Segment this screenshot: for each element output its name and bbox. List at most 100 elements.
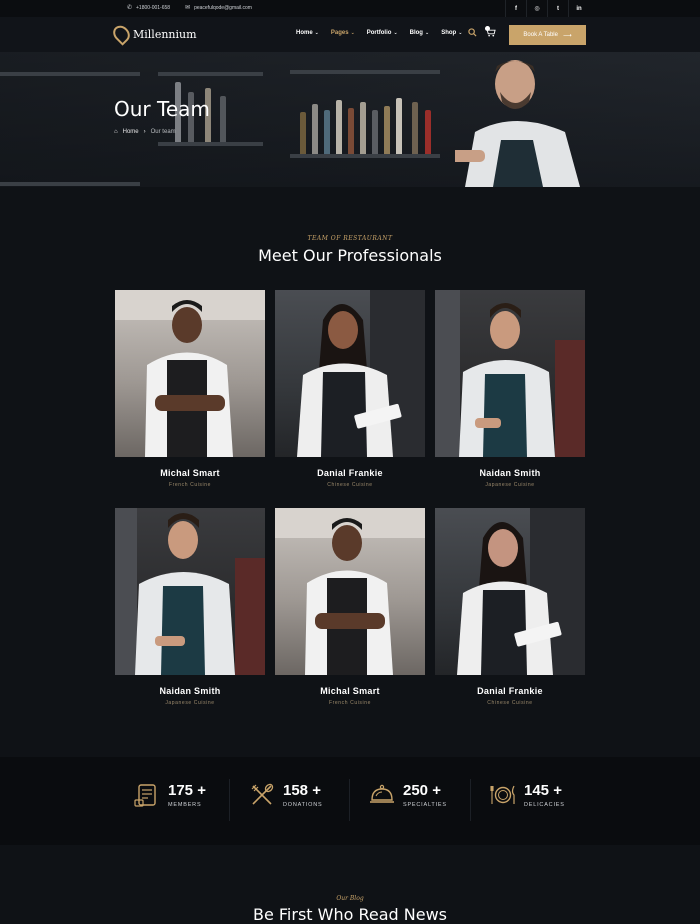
stats-band: 175 + MEMBERS 158 + DONATIONS 250 + SPEC… — [0, 757, 700, 845]
blog-eyebrow: Our Blog — [336, 895, 364, 902]
team-card[interactable]: Naidan Smith Japanese Cuisine — [115, 508, 265, 706]
bottle — [425, 110, 431, 154]
linkedin-icon[interactable]: in — [568, 0, 589, 17]
book-table-button[interactable]: Book A Table ⟶ — [509, 25, 586, 45]
bottle — [324, 110, 330, 154]
shelf — [158, 142, 263, 146]
nav-item-shop[interactable]: Shop ⌄ — [441, 30, 462, 36]
team-photo — [435, 508, 585, 675]
barista-image — [455, 60, 580, 187]
team-card[interactable]: Danial Frankie Chinese Cuisine — [275, 290, 425, 488]
member-name: Danial Frankie — [317, 468, 383, 478]
stat-label: DELICACIES — [524, 801, 565, 808]
team-photo — [275, 508, 425, 675]
team-card[interactable]: Danial Frankie Chinese Cuisine — [435, 508, 585, 706]
twitter-icon[interactable]: t — [547, 0, 568, 17]
phone-link[interactable]: ✆ +1800-001-658 — [126, 4, 170, 11]
facebook-icon[interactable]: f — [505, 0, 526, 17]
member-name: Danial Frankie — [477, 686, 543, 696]
stat-label: MEMBERS — [168, 801, 202, 808]
member-role: Japanese Cuisine — [165, 700, 215, 706]
member-name: Michal Smart — [320, 686, 380, 696]
contact-info: ✆ +1800-001-658 ✉ peacefulqode@gmail.com — [126, 4, 252, 11]
page-hero: Our Team ⌂ Home › Our team — [0, 52, 700, 187]
cart-icon[interactable] — [485, 26, 496, 39]
member-role: Japanese Cuisine — [485, 482, 535, 488]
search-icon[interactable] — [468, 28, 477, 39]
bottle — [336, 100, 342, 154]
chevron-right-icon: › — [143, 129, 146, 135]
member-role: French Cuisine — [168, 482, 212, 488]
bottle — [348, 108, 354, 154]
bottle — [396, 98, 402, 154]
bottle — [372, 110, 378, 154]
shelf — [290, 154, 440, 158]
stat-specialties: 250 + SPECIALTIES — [369, 782, 447, 808]
shelf — [0, 182, 140, 186]
stat-members: 175 + MEMBERS — [134, 782, 206, 808]
stat-value: 175 + — [168, 781, 206, 799]
chevron-down-icon: ⌄ — [350, 30, 355, 36]
bottle — [312, 104, 318, 154]
member-role: Chinese Cuisine — [487, 700, 533, 706]
main-navigation: Millennium Home ⌄ Pages ⌄ Portfolio ⌄ Blog ⌄… — [0, 17, 700, 52]
social-links: f ◎ t in — [505, 0, 589, 17]
stat-value: 250 + — [403, 781, 441, 799]
breadcrumb-home[interactable]: Home — [123, 129, 139, 135]
nav-menu: Home ⌄ Pages ⌄ Portfolio ⌄ Blog ⌄ Shop ⌄ — [296, 30, 462, 36]
chevron-down-icon: ⌄ — [458, 30, 463, 36]
site-logo[interactable]: Millennium — [109, 22, 197, 46]
logo-text: Millennium — [133, 27, 197, 41]
member-name: Michal Smart — [160, 468, 220, 478]
team-card[interactable]: Michal Smart French Cuisine — [275, 508, 425, 706]
bottle — [300, 112, 306, 154]
shelf — [158, 72, 263, 76]
cart-count-badge — [485, 26, 490, 31]
bottle — [220, 96, 226, 142]
team-photo — [115, 290, 265, 457]
team-photo — [115, 508, 265, 675]
breadcrumb: ⌂ Home › Our team — [114, 129, 176, 135]
chevron-down-icon: ⌄ — [424, 30, 430, 36]
member-name: Naidan Smith — [159, 686, 221, 696]
bottle — [360, 102, 366, 154]
team-photo — [435, 290, 585, 457]
blog-heading: Be First Who Read News — [252, 905, 448, 924]
divider — [229, 779, 230, 821]
bottle — [412, 102, 418, 154]
home-icon: ⌂ — [114, 129, 118, 135]
member-role: French Cuisine — [328, 700, 372, 706]
cloche-icon — [370, 784, 394, 803]
divider — [470, 779, 471, 821]
nav-item-blog[interactable]: Blog ⌄ — [410, 30, 430, 36]
shelf — [290, 70, 440, 74]
page-title: Our Team — [114, 97, 210, 121]
stat-value: 158 + — [283, 781, 321, 799]
plate-cutlery-icon — [490, 785, 515, 804]
nav-item-portfolio[interactable]: Portfolio ⌄ — [367, 30, 398, 36]
team-eyebrow: TEAM OF RESTAURANT — [307, 235, 393, 242]
chevron-down-icon: ⌄ — [393, 30, 398, 36]
team-photo — [275, 290, 425, 457]
breadcrumb-current: Our team — [150, 129, 176, 135]
stat-label: SPECIALTIES — [403, 801, 447, 808]
nav-item-home[interactable]: Home ⌄ — [296, 30, 319, 36]
top-bar: ✆ +1800-001-658 ✉ peacefulqode@gmail.com f… — [0, 0, 700, 17]
team-card[interactable]: Naidan Smith Japanese Cuisine — [435, 290, 585, 488]
arrow-right-icon: ⟶ — [562, 32, 572, 39]
member-role: Chinese Cuisine — [327, 482, 373, 488]
certificate-icon — [134, 784, 156, 807]
team-card[interactable]: Michal Smart French Cuisine — [115, 290, 265, 488]
member-name: Naidan Smith — [479, 468, 541, 478]
nav-item-pages[interactable]: Pages ⌄ — [331, 30, 355, 36]
team-heading: Meet Our Professionals — [258, 246, 442, 265]
utensils-icon — [251, 783, 274, 805]
stat-label: DONATIONS — [283, 801, 323, 808]
stat-value: 145 + — [524, 781, 562, 799]
email-link[interactable]: ✉ peacefulqode@gmail.com — [184, 4, 252, 11]
bottle — [384, 106, 390, 154]
instagram-icon[interactable]: ◎ — [526, 0, 547, 17]
envelope-icon: ✉ — [185, 5, 191, 11]
logo-mark-icon — [109, 22, 134, 46]
stat-delicacies: 145 + DELICACIES — [490, 782, 565, 808]
